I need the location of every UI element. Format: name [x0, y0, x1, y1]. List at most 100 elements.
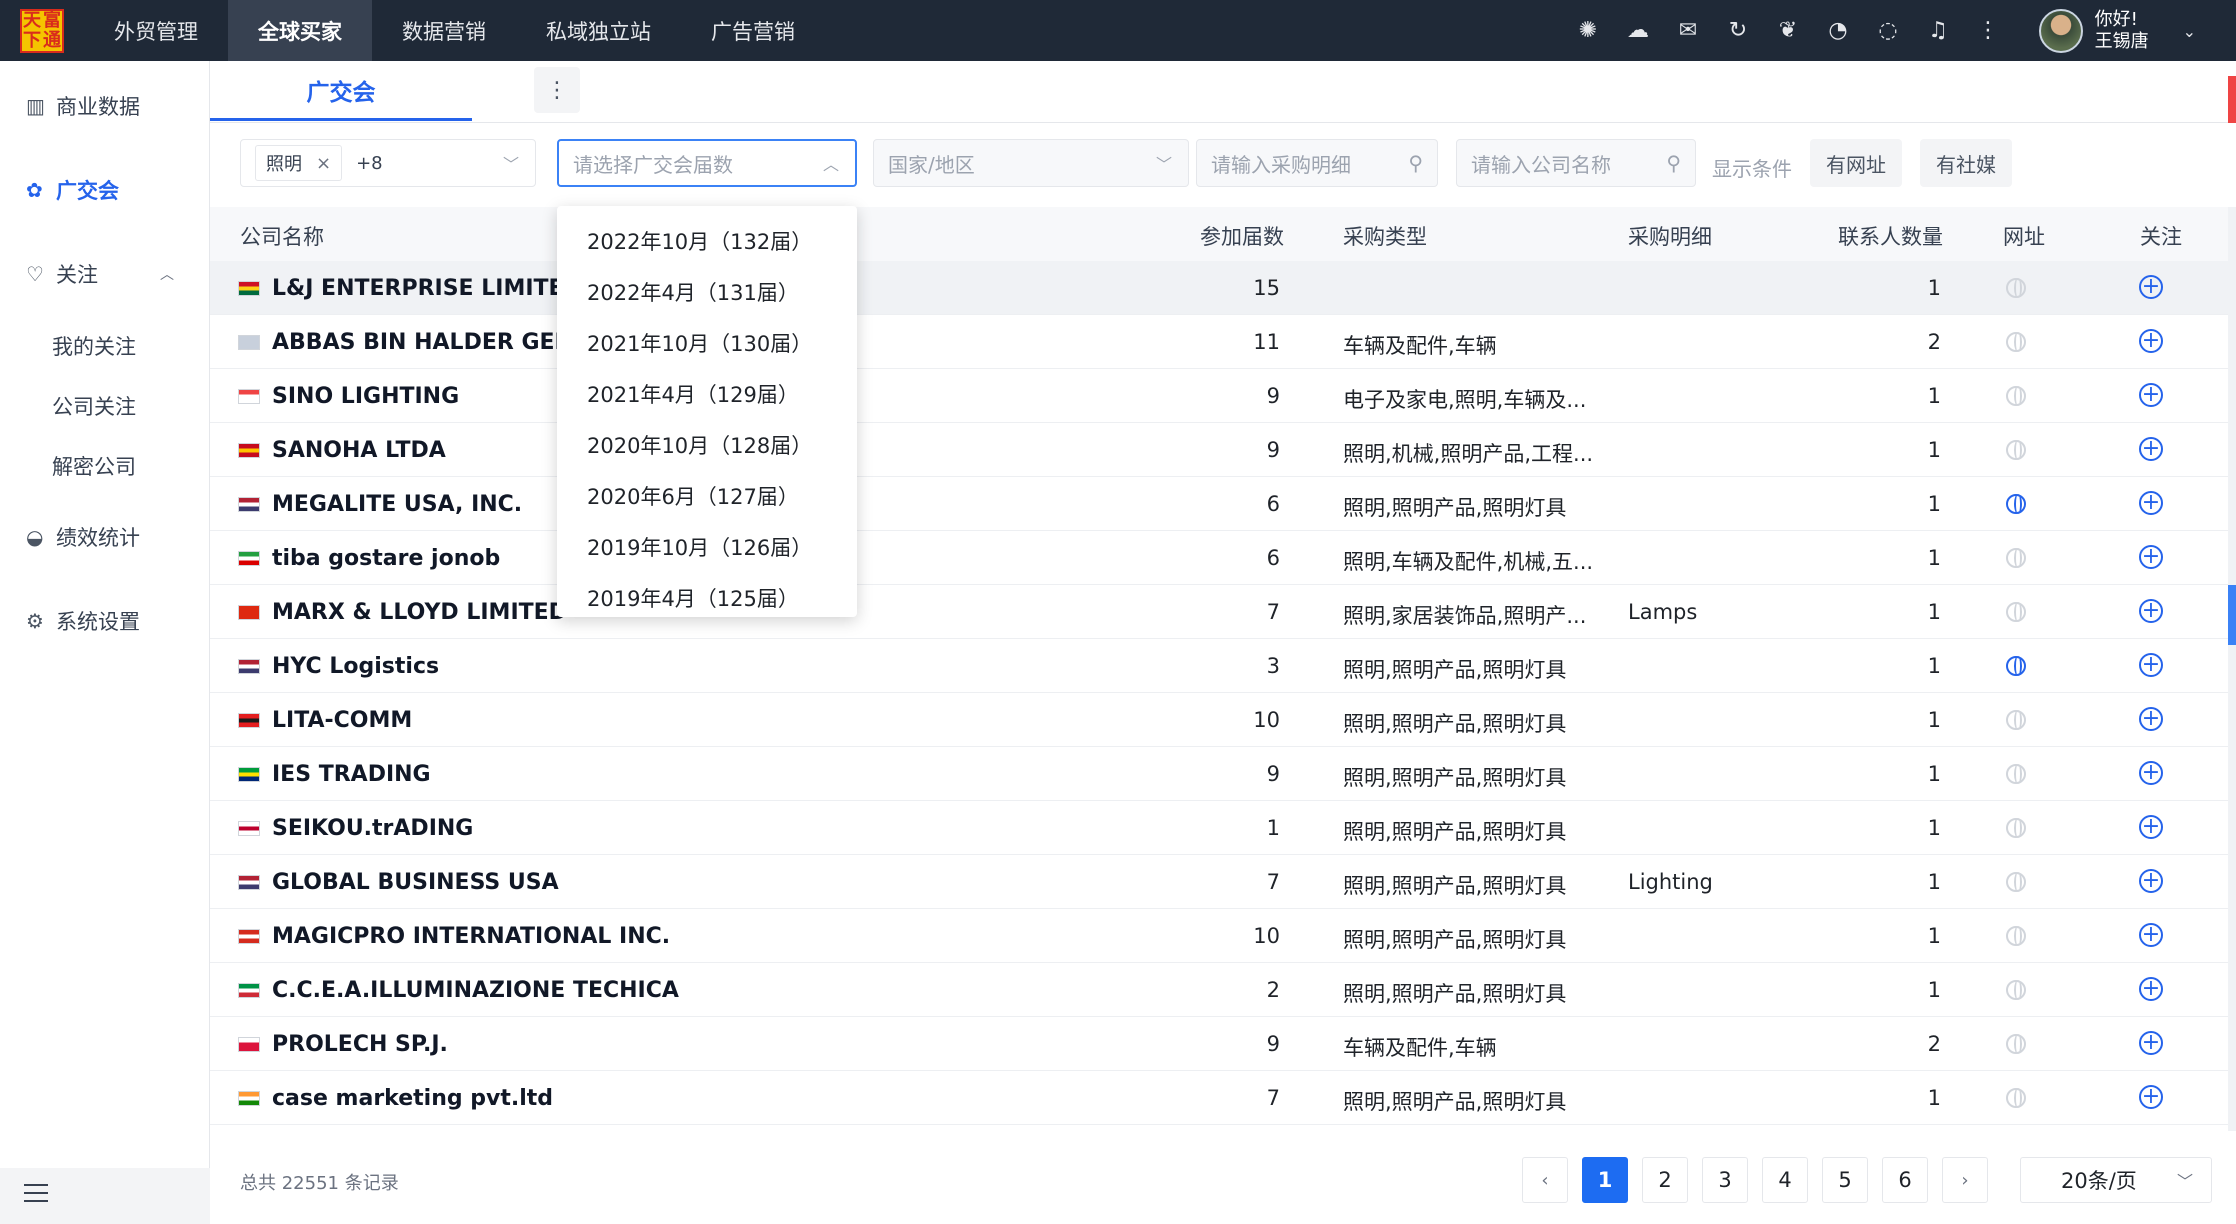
sidebar-item-settings[interactable]: ⚙ 系统设置 [26, 606, 140, 636]
cloud-icon[interactable]: ☁ [1626, 18, 1650, 43]
add-follow-icon[interactable]: + [2139, 437, 2163, 461]
side-handle-blue[interactable] [2228, 585, 2236, 645]
globe-icon[interactable] [2006, 494, 2026, 514]
page-size-select[interactable]: 20条/页 ﹀ [2020, 1157, 2212, 1203]
table-row[interactable]: LITA-COMM 10 照明,照明产品,照明灯具 1 + [210, 693, 2228, 747]
add-follow-icon[interactable]: + [2139, 761, 2163, 785]
page-button[interactable]: 2 [1642, 1157, 1688, 1203]
table-row[interactable]: MEGALITE USA, INC. 6 照明,照明产品,照明灯具 1 + [210, 477, 2228, 531]
chat-icon[interactable]: ◌ [1876, 18, 1900, 43]
nav-foreign-trade[interactable]: 外贸管理 [84, 0, 228, 61]
close-icon[interactable]: × [316, 153, 331, 174]
session-option[interactable]: 2021年10月（130届） [587, 328, 812, 358]
table-row[interactable]: HYC Logistics 3 照明,照明产品,照明灯具 1 + [210, 639, 2228, 693]
session-option[interactable]: 2020年6月（127届） [587, 481, 799, 511]
col-contacts[interactable]: 联系人数量 [1838, 221, 1943, 251]
page-button[interactable]: 6 [1882, 1157, 1928, 1203]
company-name[interactable]: HYC Logistics [272, 654, 772, 679]
company-name[interactable]: SEIKOU.trADING [272, 816, 772, 841]
company-name[interactable]: MAGICPRO INTERNATIONAL INC. [272, 924, 772, 949]
session-option[interactable]: 2021年4月（129届） [587, 379, 799, 409]
purchase-detail-input[interactable]: 请输入采购明细 ⚲ [1196, 139, 1438, 187]
table-row[interactable]: case marketing pvt.ltd 7 照明,照明产品,照明灯具 1 + [210, 1071, 2228, 1125]
company-name[interactable]: GLOBAL BUSINESS USA [272, 870, 772, 895]
sidebar-item-decrypt[interactable]: 解密公司 [52, 451, 136, 481]
chevron-down-icon[interactable]: ⌄ [2183, 22, 2196, 41]
nav-global-buyers[interactable]: 全球买家 [228, 0, 372, 61]
globe-icon[interactable] [2006, 656, 2026, 676]
table-row[interactable]: MARX & LLOYD LIMITED 7 照明,家居装饰品,照明产... Lamp… [210, 585, 2228, 639]
company-name[interactable]: C.C.E.A.ILLUMINAZIONE TECHICA [272, 978, 772, 1003]
add-follow-icon[interactable]: + [2139, 545, 2163, 569]
bell-icon[interactable]: ♫ [1926, 18, 1950, 43]
page-button[interactable]: 4 [1762, 1157, 1808, 1203]
table-row[interactable]: PROLECH SP.J. 9 车辆及配件,车辆 2 + [210, 1017, 2228, 1071]
nav-data-marketing[interactable]: 数据营销 [372, 0, 516, 61]
company-name[interactable]: case marketing pvt.ltd [272, 1086, 772, 1111]
company-name-input[interactable]: 请输入公司名称 ⚲ [1456, 139, 1696, 187]
filter-has-website[interactable]: 有网址 [1810, 139, 1902, 187]
search-icon[interactable]: ⚲ [1408, 151, 1423, 175]
session-option[interactable]: 2022年10月（132届） [587, 226, 812, 256]
add-follow-icon[interactable]: + [2139, 275, 2163, 299]
whatsapp-icon[interactable]: ◔ [1826, 18, 1850, 43]
company-name[interactable]: LITA-COMM [272, 708, 772, 733]
user-menu[interactable]: 你好! 王锡唐 ⌄ [2038, 8, 2196, 54]
more-options-icon[interactable]: ⋮ [534, 67, 580, 113]
table-row[interactable]: ABBAS BIN HALDER GENERAL 11 车辆及配件,车辆 2 + [210, 315, 2228, 369]
add-follow-icon[interactable]: + [2139, 707, 2163, 731]
table-row[interactable]: L&J ENTERPRISE LIMITED 15 1 + [210, 261, 2228, 315]
session-option[interactable]: 2019年10月（126届） [587, 532, 812, 562]
table-row[interactable]: GLOBAL BUSINESS USA 7 照明,照明产品,照明灯具 Lighting… [210, 855, 2228, 909]
add-follow-icon[interactable]: + [2139, 329, 2163, 353]
avatar[interactable] [2038, 9, 2083, 53]
company-name[interactable]: PROLECH SP.J. [272, 1032, 772, 1057]
filter-has-social[interactable]: 有社媒 [1920, 139, 2012, 187]
session-option[interactable]: 2019年4月（125届） [587, 583, 799, 613]
prev-page-button[interactable]: ‹ [1522, 1157, 1568, 1203]
nav-ad-marketing[interactable]: 广告营销 [681, 0, 825, 61]
search-icon[interactable]: ⚲ [1666, 151, 1681, 175]
sidebar-item-follow[interactable]: ♡ 关注 [26, 259, 98, 289]
add-follow-icon[interactable]: + [2139, 869, 2163, 893]
add-follow-icon[interactable]: + [2139, 815, 2163, 839]
nav-private-site[interactable]: 私域独立站 [516, 0, 681, 61]
table-row[interactable]: IES TRADING 9 照明,照明产品,照明灯具 1 + [210, 747, 2228, 801]
table-row[interactable]: SINO LIGHTING 9 电子及家电,照明,车辆及... 1 + [210, 369, 2228, 423]
table-row[interactable]: C.C.E.A.ILLUMINAZIONE TECHICA 2 照明,照明产品,照明… [210, 963, 2228, 1017]
sidebar-item-commercial[interactable]: ▥ 商业数据 [26, 91, 140, 121]
chevron-up-icon[interactable]: ︿ [160, 264, 174, 284]
add-follow-icon[interactable]: + [2139, 977, 2163, 1001]
app-logo[interactable]: 天 富 下 通 [20, 8, 64, 53]
table-row[interactable]: SEIKOU.trADING 1 照明,照明产品,照明灯具 1 + [210, 801, 2228, 855]
more-vertical-icon[interactable]: ⋮ [1976, 18, 2000, 43]
cloud-message-icon[interactable]: ✉ [1676, 18, 1700, 43]
sidebar-item-company-follow[interactable]: 公司关注 [52, 391, 136, 421]
session-option[interactable]: 2020年10月（128届） [587, 430, 812, 460]
add-follow-icon[interactable]: + [2139, 599, 2163, 623]
category-select[interactable]: 照明 × +8 ﹀ [240, 139, 536, 187]
page-button[interactable]: 5 [1822, 1157, 1868, 1203]
table-row[interactable]: tiba gostare jonob 6 照明,车辆及配件,机械,五... 1 + [210, 531, 2228, 585]
add-follow-icon[interactable]: + [2139, 1031, 2163, 1055]
page-button[interactable]: 3 [1702, 1157, 1748, 1203]
next-page-button[interactable]: › [1942, 1157, 1988, 1203]
sidebar-item-stats[interactable]: ◒ 绩效统计 [26, 522, 140, 552]
add-follow-icon[interactable]: + [2139, 491, 2163, 515]
col-sessions[interactable]: 参加届数 [1200, 221, 1284, 251]
add-follow-icon[interactable]: + [2139, 653, 2163, 677]
add-follow-icon[interactable]: + [2139, 383, 2163, 407]
session-select[interactable]: 请选择广交会届数 ︿ [557, 139, 857, 187]
tab-canton[interactable]: 广交会 [210, 61, 472, 121]
country-select[interactable]: 国家/地区 ﹀ [873, 139, 1189, 187]
table-row[interactable]: SANOHA LTDA 9 照明,机械,照明产品,工程... 1 + [210, 423, 2228, 477]
company-name[interactable]: IES TRADING [272, 762, 772, 787]
table-row[interactable]: MAGICPRO INTERNATIONAL INC. 10 照明,照明产品,照明灯… [210, 909, 2228, 963]
session-option[interactable]: 2022年4月（131届） [587, 277, 799, 307]
refresh-icon[interactable]: ↻ [1726, 18, 1750, 43]
collapse-menu-icon[interactable] [24, 1184, 48, 1206]
add-follow-icon[interactable]: + [2139, 1085, 2163, 1109]
sidebar-item-my-follow[interactable]: 我的关注 [52, 331, 136, 361]
page-button[interactable]: 1 [1582, 1157, 1628, 1203]
add-follow-icon[interactable]: + [2139, 923, 2163, 947]
